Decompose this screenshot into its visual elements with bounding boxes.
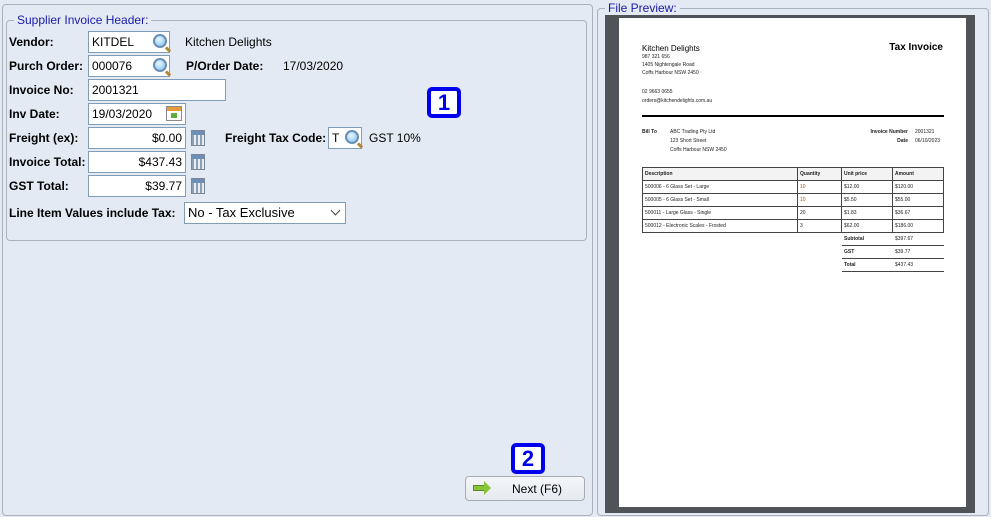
purch-order-label: Purch Order: bbox=[9, 59, 84, 73]
step-badge-1: 1 bbox=[427, 87, 461, 118]
doc-abn: 987 321 656 bbox=[642, 54, 670, 60]
gst-row: GST $39.77 bbox=[842, 246, 944, 259]
cell: 500005 - 6 Glass Set - Small bbox=[642, 193, 798, 207]
table-header-row: Description Quantity Unit price Amount bbox=[642, 167, 944, 181]
invoice-total-calculator-button[interactable] bbox=[188, 152, 208, 172]
tax-code-description: GST 10% bbox=[369, 131, 421, 145]
subtotal-label: Subtotal bbox=[844, 236, 864, 242]
total-label: Total bbox=[844, 262, 856, 268]
cell: 500012 - Electronic Scales - Frosted bbox=[642, 219, 798, 233]
doc-email: orders@kitchendelights.com.au bbox=[642, 98, 713, 104]
purch-order-search-button[interactable] bbox=[151, 56, 171, 76]
total-row: Total $437.43 bbox=[842, 259, 944, 272]
invoice-total-label: Invoice Total: bbox=[9, 155, 86, 169]
cell: 500006 - 6 Glass Set - Large bbox=[642, 180, 798, 194]
magnifier-icon bbox=[345, 130, 359, 144]
col-unit-price: Unit price bbox=[841, 167, 893, 181]
step-badge-2: 2 bbox=[511, 443, 545, 474]
gst-total-label: GST Total: bbox=[9, 179, 69, 193]
green-arrow-right-icon bbox=[473, 481, 491, 495]
chevron-down-icon bbox=[330, 205, 341, 216]
line-items-tax-label: Line Item Values include Tax: bbox=[9, 206, 176, 220]
cell: 3 bbox=[797, 219, 842, 233]
calculator-icon bbox=[191, 154, 205, 170]
table-row: 500005 - 6 Glass Set - Small 10 $5.50 $55.0… bbox=[642, 193, 944, 207]
invoice-no-input[interactable]: 2001321 bbox=[88, 79, 226, 101]
cell: $62.00 bbox=[841, 219, 893, 233]
doc-addr1: 1405 Nightengale Road bbox=[642, 62, 695, 68]
bill1: ABC Trading Pty Ltd bbox=[670, 129, 716, 135]
gst-value: $39.77 bbox=[895, 249, 911, 255]
table-row: 500006 - 6 Glass Set - Large 10 $12.00 $120… bbox=[642, 180, 944, 194]
bill-to-label: Bill To bbox=[642, 129, 657, 135]
line-items-table: Description Quantity Unit price Amount 5… bbox=[642, 167, 944, 233]
inv-date-label: Inv Date: bbox=[9, 107, 60, 121]
date-label: Date bbox=[897, 138, 908, 144]
subtotal-row: Subtotal $397.67 bbox=[842, 233, 944, 246]
subtotal-value: $397.67 bbox=[895, 236, 914, 242]
cell: 10 bbox=[797, 193, 842, 207]
date: 06/10/2023 bbox=[915, 138, 941, 144]
invoice-total-input[interactable]: $437.43 bbox=[88, 151, 186, 173]
calculator-icon bbox=[191, 130, 205, 146]
doc-title: Tax Invoice bbox=[889, 42, 943, 53]
calendar-icon bbox=[166, 106, 182, 121]
vendor-search-button[interactable] bbox=[151, 32, 171, 52]
vendor-name: Kitchen Delights bbox=[185, 35, 272, 49]
cell: 10 bbox=[797, 180, 842, 194]
cell: $12.00 bbox=[841, 180, 893, 194]
col-amount: Amount bbox=[892, 167, 944, 181]
freight-calculator-button[interactable] bbox=[188, 128, 208, 148]
group-title: Supplier Invoice Header: bbox=[14, 14, 152, 26]
doc-company: Kitchen Delights bbox=[642, 44, 700, 53]
cell: $1.83 bbox=[841, 206, 893, 220]
col-description: Description bbox=[642, 167, 798, 181]
cell: 500011 - Large Glass - Single bbox=[642, 206, 798, 220]
next-button-label: Next (F6) bbox=[512, 482, 563, 496]
invoice-page: Kitchen Delights 987 321 656 1405 Nighte… bbox=[619, 18, 966, 507]
tax-code-search-button[interactable] bbox=[343, 128, 363, 148]
bill2: 123 Short Street bbox=[670, 138, 707, 144]
col-quantity: Quantity bbox=[797, 167, 842, 181]
cell: $55.00 bbox=[892, 193, 944, 207]
cell: $36.67 bbox=[892, 206, 944, 220]
gst-total-calculator-button[interactable] bbox=[188, 176, 208, 196]
total-value: $437.43 bbox=[895, 262, 914, 268]
porder-date-label: P/Order Date: bbox=[186, 59, 264, 73]
gst-total-input[interactable]: $39.77 bbox=[88, 175, 186, 197]
freight-input[interactable]: $0.00 bbox=[88, 127, 186, 149]
next-button[interactable]: Next (F6) bbox=[465, 476, 585, 501]
line-items-tax-select[interactable]: No - Tax Exclusive bbox=[184, 202, 346, 224]
bill3: Coffs Harbour NSW 2450 bbox=[670, 147, 727, 153]
freight-label: Freight (ex): bbox=[9, 131, 79, 145]
doc-phone: 02 9663 0655 bbox=[642, 89, 673, 95]
porder-date-value: 17/03/2020 bbox=[283, 59, 344, 73]
cell: $186.00 bbox=[892, 219, 944, 233]
cell: $5.50 bbox=[841, 193, 893, 207]
cell: 20 bbox=[797, 206, 842, 220]
table-row: 500011 - Large Glass - Single 20 $1.83 $36.… bbox=[642, 206, 944, 220]
vendor-label: Vendor: bbox=[9, 35, 54, 49]
doc-divider bbox=[642, 115, 944, 117]
magnifier-icon bbox=[153, 34, 167, 48]
file-preview-title: File Preview: bbox=[605, 2, 680, 14]
invoice-number-label: Invoice Number bbox=[870, 129, 908, 135]
magnifier-icon bbox=[153, 58, 167, 72]
doc-addr2: Coffs Harbour NSW 2450 bbox=[642, 70, 699, 76]
gst-label: GST bbox=[844, 249, 855, 255]
invoice-no-label: Invoice No: bbox=[9, 83, 74, 97]
freight-tax-code-label: Freight Tax Code: bbox=[225, 131, 327, 145]
calculator-icon bbox=[191, 178, 205, 194]
inv-date-picker-button[interactable] bbox=[164, 104, 184, 124]
file-preview-viewer[interactable]: Kitchen Delights 987 321 656 1405 Nighte… bbox=[605, 15, 975, 513]
selected-value: No - Tax Exclusive bbox=[188, 205, 295, 220]
invoice-number: 2001321 bbox=[915, 129, 935, 135]
cell: $120.00 bbox=[892, 180, 944, 194]
table-row: 500012 - Electronic Scales - Frosted 3 $62… bbox=[642, 219, 944, 233]
